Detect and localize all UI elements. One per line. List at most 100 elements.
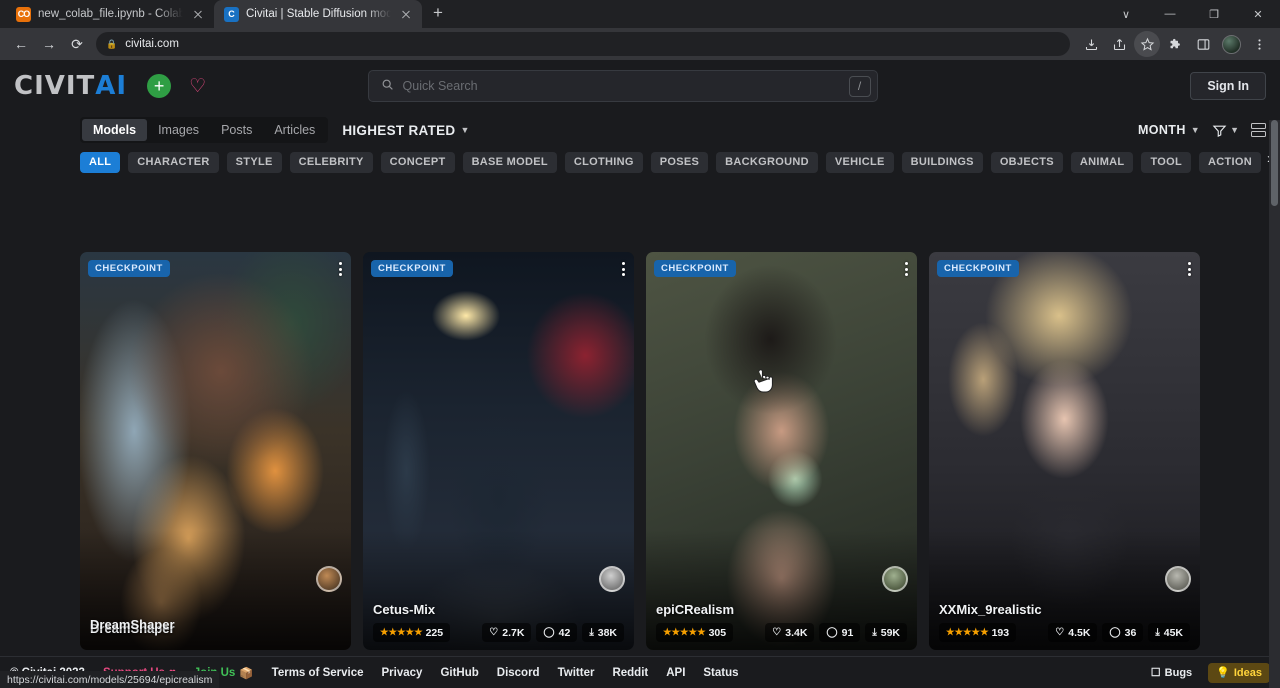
new-tab-button[interactable]: + (424, 0, 452, 27)
tab-search-chevron-icon[interactable]: ∨ (1104, 0, 1148, 28)
extensions-puzzle-icon[interactable] (1162, 31, 1188, 57)
browser-tab-civitai[interactable]: C Civitai | Stable Diffusion models, (214, 0, 422, 28)
tab-images[interactable]: Images (147, 119, 210, 141)
footer-link-reddit[interactable]: Reddit (612, 667, 648, 679)
chrome-menu-icon[interactable] (1246, 31, 1272, 57)
footer-link-api[interactable]: API (666, 667, 685, 679)
comment-icon: ◯ (1109, 627, 1120, 638)
search-input[interactable] (403, 79, 840, 93)
model-card[interactable]: CHECKPOINT XXMix_9realistic ★★★★★ 193 ♡4… (929, 252, 1200, 650)
minimize-button[interactable]: — (1148, 0, 1192, 28)
downloads-count: 38K (598, 627, 617, 639)
tab-models[interactable]: Models (82, 119, 147, 141)
downloads-pill: ⤓45K (1148, 623, 1190, 642)
card-menu-icon[interactable] (339, 262, 342, 276)
card-menu-icon[interactable] (905, 262, 908, 276)
likes-pill: ♡3.4K (765, 623, 814, 642)
footer-link-terms[interactable]: Terms of Service (272, 667, 364, 679)
forward-icon[interactable]: → (36, 31, 62, 57)
tab-posts[interactable]: Posts (210, 119, 263, 141)
model-card[interactable]: CHECKPOINT Cetus-Mix ★★★★★ 225 ♡2.7K ◯42… (363, 252, 634, 650)
card-stats: ★★★★★ 225 ♡2.7K ◯42 ⤓38K (373, 623, 624, 642)
chip-action[interactable]: ACTION (1199, 152, 1261, 173)
chip-objects[interactable]: OBJECTS (991, 152, 1063, 173)
ideas-button[interactable]: 💡Ideas (1208, 663, 1270, 683)
address-bar[interactable]: 🔒 civitai.com (96, 32, 1070, 56)
card-meta: Cetus-Mix ★★★★★ 225 ♡2.7K ◯42 ⤓38K (363, 602, 634, 642)
scrollbar-thumb[interactable] (1271, 120, 1278, 206)
bookmark-star-icon[interactable] (1134, 31, 1160, 57)
footer-link-privacy[interactable]: Privacy (382, 667, 423, 679)
heart-icon[interactable]: ♡ (189, 77, 206, 96)
model-title: Cetus-Mix (373, 602, 624, 617)
profile-avatar-icon[interactable] (1218, 31, 1244, 57)
chevron-down-icon: ▼ (1191, 125, 1200, 135)
sort-dropdown[interactable]: HIGHEST RATED ▼ (342, 123, 469, 138)
window-controls: ∨ — ❐ ✕ (1104, 0, 1280, 28)
install-app-icon[interactable] (1078, 31, 1104, 57)
chip-clothing[interactable]: CLOTHING (565, 152, 643, 173)
model-card[interactable]: CHECKPOINT DreamShaper (80, 252, 351, 650)
footer-link-twitter[interactable]: Twitter (558, 667, 595, 679)
chip-celebrity[interactable]: CELEBRITY (290, 152, 373, 173)
close-icon[interactable] (190, 6, 206, 22)
chip-style[interactable]: STYLE (227, 152, 282, 173)
side-panel-icon[interactable] (1190, 31, 1216, 57)
chip-buildings[interactable]: BUILDINGS (902, 152, 983, 173)
chip-animal[interactable]: ANIMAL (1071, 152, 1134, 173)
rating-pill: ★★★★★ 193 (939, 623, 1016, 642)
close-window-button[interactable]: ✕ (1236, 0, 1280, 28)
browser-window: CO new_colab_file.ipynb - Colaborat C Ci… (0, 0, 1280, 688)
card-menu-icon[interactable] (622, 262, 625, 276)
footer-link-discord[interactable]: Discord (497, 667, 540, 679)
reload-icon[interactable]: ⟳ (64, 31, 90, 57)
share-icon[interactable] (1106, 31, 1132, 57)
chip-base-model[interactable]: BASE MODEL (463, 152, 557, 173)
quick-search-bar[interactable]: / (368, 70, 878, 102)
site-header: CIVITAI + ♡ / Sign In (0, 60, 1280, 112)
chip-tool[interactable]: TOOL (1141, 152, 1191, 173)
chip-all[interactable]: ALL (80, 152, 120, 173)
search-icon (381, 78, 394, 94)
back-icon[interactable]: ← (8, 31, 34, 57)
period-dropdown[interactable]: MONTH ▼ (1138, 123, 1200, 137)
content-type-tabs: Models Images Posts Articles (80, 117, 328, 143)
sign-in-button[interactable]: Sign In (1190, 72, 1266, 100)
search-container: / (368, 70, 878, 102)
chip-vehicle[interactable]: VEHICLE (826, 152, 894, 173)
layout-view-icon[interactable] (1251, 123, 1266, 137)
tab-articles[interactable]: Articles (263, 119, 326, 141)
page-scrollbar[interactable] (1269, 120, 1280, 688)
model-type-badge: CHECKPOINT (88, 260, 170, 277)
comments-pill: ◯42 (536, 623, 577, 642)
chip-poses[interactable]: POSES (651, 152, 708, 173)
comments-count: 91 (842, 627, 854, 639)
browser-tab-colab[interactable]: CO new_colab_file.ipynb - Colaborat (6, 0, 214, 28)
avatar[interactable] (1165, 566, 1191, 592)
model-card[interactable]: CHECKPOINT epiCRealism ★★★★★ 305 ♡3.4K ◯… (646, 252, 917, 650)
civitai-logo[interactable]: CIVITAI (14, 71, 127, 101)
engagement-stats: ♡4.5K ◯36 ⤓45K (1048, 623, 1190, 642)
model-grid: CHECKPOINT DreamShaper CHECKPOINT Cetus-… (80, 252, 1200, 688)
footer-link-status[interactable]: Status (703, 667, 738, 679)
downloads-pill: ⤓38K (582, 623, 624, 642)
dreamshaper-title-overlay: DreamShaper (90, 617, 175, 638)
browser-status-bar: https://civitai.com/models/25694/epicrea… (0, 671, 219, 688)
close-icon[interactable] (398, 6, 414, 22)
bugs-button[interactable]: ☐Bugs (1143, 663, 1200, 683)
avatar[interactable] (882, 566, 908, 592)
avatar[interactable] (599, 566, 625, 592)
chip-character[interactable]: CHARACTER (128, 152, 218, 173)
maximize-button[interactable]: ❐ (1192, 0, 1236, 28)
footer-link-github[interactable]: GitHub (440, 667, 478, 679)
chip-background[interactable]: BACKGROUND (716, 152, 818, 173)
filter-button[interactable]: ▼ (1212, 123, 1239, 138)
browser-toolbar: ← → ⟳ 🔒 civitai.com (0, 28, 1280, 60)
avatar[interactable] (316, 566, 342, 592)
civitai-icon: C (224, 7, 239, 22)
downloads-count: 45K (1164, 627, 1183, 639)
card-menu-icon[interactable] (1188, 262, 1191, 276)
create-plus-icon[interactable]: + (147, 74, 171, 98)
chip-concept[interactable]: CONCEPT (381, 152, 455, 173)
comment-icon: ◯ (826, 627, 837, 638)
